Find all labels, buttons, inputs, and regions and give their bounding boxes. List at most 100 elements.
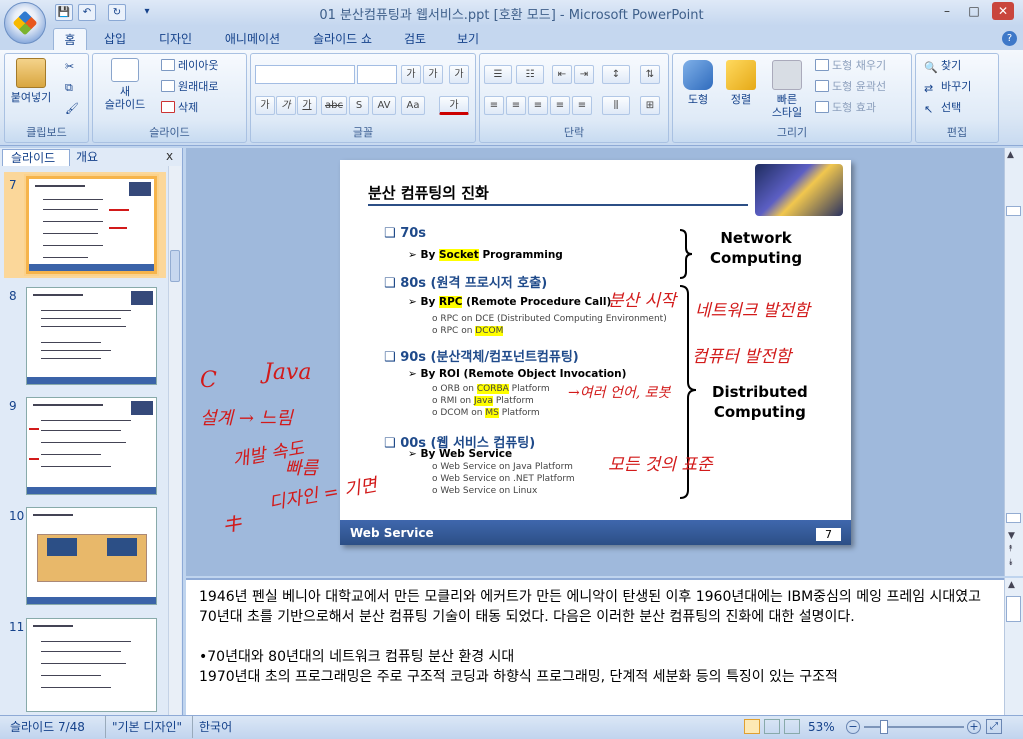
current-slide[interactable]: 분산 컴퓨팅의 진화 ❑ 70s ➢ By Socket Programming ❑… xyxy=(340,160,851,545)
arrange-button[interactable]: 정렬 xyxy=(721,60,761,106)
slideshow-view-icon[interactable] xyxy=(784,719,800,734)
office-button[interactable] xyxy=(4,2,46,44)
close-button[interactable]: ✕ xyxy=(992,2,1014,20)
group-label: 편집 xyxy=(946,126,968,139)
italic-button[interactable]: 가 xyxy=(276,96,296,115)
fit-window-icon[interactable]: ⤢ xyxy=(986,719,1002,734)
align-left-button[interactable]: ≡ xyxy=(484,96,504,115)
scroll-up-icon[interactable]: ▲ xyxy=(1007,150,1014,160)
align-center-button[interactable]: ≡ xyxy=(506,96,526,115)
theme-name: "기본 디자인" xyxy=(105,716,182,738)
slide-thumbnail[interactable] xyxy=(26,287,157,385)
increase-indent-button[interactable]: ⇥ xyxy=(574,65,594,84)
slide-scrollbar[interactable]: ▲ ▼ ⯭ ⯯ xyxy=(1004,148,1023,576)
next-slide-icon[interactable]: ⯯ xyxy=(1008,558,1013,568)
new-slide-label: 새 xyxy=(119,85,131,98)
columns-button[interactable]: ⫼ xyxy=(602,96,630,115)
scroll-down-icon[interactable]: ▼ xyxy=(1008,531,1015,541)
maximize-button[interactable]: □ xyxy=(963,2,985,20)
slide-thumbnail[interactable] xyxy=(26,397,157,495)
smartart-button[interactable]: ⊞ xyxy=(640,96,660,115)
slide-thumbnail[interactable] xyxy=(24,174,159,276)
shapes-label: 도형 xyxy=(687,93,709,106)
font-name-combo[interactable] xyxy=(255,65,355,84)
font-color-button[interactable]: 가 xyxy=(439,96,469,115)
help-icon[interactable]: ? xyxy=(1002,31,1017,46)
panel-scrollbar[interactable] xyxy=(168,166,181,715)
bold-button[interactable]: 가 xyxy=(255,96,275,115)
shadow-button[interactable]: S xyxy=(349,96,369,115)
tab-view[interactable]: 보기 xyxy=(448,28,488,50)
select-button[interactable]: ↖ 선택 xyxy=(924,99,961,117)
justify-button[interactable]: ≡ xyxy=(550,96,570,115)
quick-styles-button[interactable]: 빠른 스타일 xyxy=(765,60,809,119)
minimize-button[interactable]: – xyxy=(936,2,958,20)
delete-button[interactable]: 삭제 xyxy=(161,99,198,117)
layout-icon xyxy=(161,59,175,71)
shape-effects-button[interactable]: 도형 효과 xyxy=(815,99,876,117)
strikethrough-button[interactable]: abc xyxy=(321,96,347,115)
scroll-thumb-lower[interactable] xyxy=(1006,513,1021,523)
slide-thumbnail[interactable] xyxy=(26,618,157,712)
cut-icon[interactable]: ✂ xyxy=(65,58,74,76)
tab-insert[interactable]: 삽입 xyxy=(95,28,135,50)
tab-animations[interactable]: 애니메이션 xyxy=(215,28,290,50)
scroll-thumb[interactable] xyxy=(170,250,180,282)
copy-icon[interactable]: ⧉ xyxy=(65,79,73,97)
char-spacing-button[interactable]: AV xyxy=(372,96,396,115)
shape-fill-button[interactable]: 도형 채우기 xyxy=(815,57,886,75)
network-brace xyxy=(679,229,693,279)
slide-page-number: 7 xyxy=(816,528,841,541)
reset-button[interactable]: 원래대로 xyxy=(161,78,218,96)
zoom-level[interactable]: 53% xyxy=(808,716,835,738)
replace-button[interactable]: ⇄ 바꾸기 xyxy=(924,78,971,96)
notes-scrollbar[interactable]: ▲ xyxy=(1004,578,1023,715)
notes-pane[interactable]: 1946년 펜실 베니아 대학교에서 만든 모클리와 에커트가 만든 에니악이 … xyxy=(186,578,1004,715)
scroll-up-icon[interactable]: ▲ xyxy=(1008,580,1015,590)
zoom-slider-thumb[interactable] xyxy=(880,720,888,734)
shape-outline-button[interactable]: 도형 윤곽선 xyxy=(815,78,886,96)
handwriting-annotation: 모든 것의 표준 xyxy=(608,455,713,475)
language-indicator[interactable]: 한국어 xyxy=(192,716,232,738)
normal-view-icon[interactable] xyxy=(744,719,760,734)
text-direction-button[interactable]: ⇅ xyxy=(640,65,660,84)
zoom-in-icon[interactable]: + xyxy=(967,720,981,734)
font-size-combo[interactable] xyxy=(357,65,397,84)
slide-sorter-icon[interactable] xyxy=(764,719,780,734)
shrink-font-button[interactable]: 가 xyxy=(423,65,443,84)
underline-button[interactable]: 가 xyxy=(297,96,317,115)
tab-slideshow[interactable]: 슬라이드 쇼 xyxy=(300,28,385,50)
change-case-button[interactable]: Aa xyxy=(401,96,425,115)
tab-outline[interactable]: 개요 xyxy=(70,149,130,166)
slide-thumbnail[interactable] xyxy=(26,507,157,605)
decrease-indent-button[interactable]: ⇤ xyxy=(552,65,572,84)
previous-slide-icon[interactable]: ⯭ xyxy=(1008,544,1013,554)
bullets-button[interactable]: ☰ xyxy=(484,65,512,84)
numbering-button[interactable]: ☷ xyxy=(516,65,544,84)
zoom-slider[interactable] xyxy=(864,726,964,728)
close-panel-icon[interactable]: x xyxy=(166,149,173,163)
clear-format-button[interactable]: 가 xyxy=(449,65,469,84)
line-spacing-button[interactable]: ↕ xyxy=(602,65,630,84)
tab-home[interactable]: 홈 xyxy=(53,28,87,50)
align-right-button[interactable]: ≡ xyxy=(528,96,548,115)
format-painter-icon[interactable]: 🖌 xyxy=(65,100,79,118)
shapes-button[interactable]: 도형 xyxy=(677,60,719,106)
layout-button[interactable]: 레이아웃 xyxy=(161,57,218,75)
grow-font-button[interactable]: 가 xyxy=(401,65,421,84)
scroll-thumb[interactable] xyxy=(1006,206,1021,216)
zoom-out-icon[interactable]: − xyxy=(846,720,860,734)
new-slide-button[interactable]: 새 슬라이드 xyxy=(97,58,153,111)
handwriting-annotation: 빠름 xyxy=(285,458,319,479)
quick-styles-label: 스타일 xyxy=(771,106,803,119)
tab-review[interactable]: 검토 xyxy=(395,28,435,50)
scroll-thumb[interactable] xyxy=(1006,596,1021,622)
tab-design[interactable]: 디자인 xyxy=(148,28,203,50)
tab-slides[interactable]: 슬라이드 xyxy=(2,149,70,166)
handwriting-annotation: →여러 언어, 로봇 xyxy=(568,385,671,401)
slide-counter: 슬라이드 7/48 xyxy=(10,720,85,734)
handwriting-annotation: 네트워크 발전함 xyxy=(695,301,810,321)
distribute-button[interactable]: ≡ xyxy=(572,96,592,115)
find-button[interactable]: 🔍 찾기 xyxy=(924,57,961,75)
paste-button[interactable]: 붙여넣기 xyxy=(9,58,53,104)
